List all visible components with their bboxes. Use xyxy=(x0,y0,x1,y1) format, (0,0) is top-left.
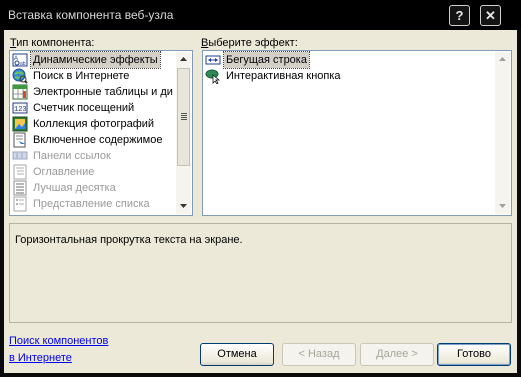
back-button[interactable]: < Назад xyxy=(282,343,356,366)
effect-item-label: Интерактивная кнопка xyxy=(226,70,341,82)
choose-effect-label: Выберите эффект: xyxy=(201,37,298,49)
component-type-item-label: Панели ссылок xyxy=(33,150,111,162)
component-type-item-label: Счетчик посещений xyxy=(33,102,135,114)
dynamic-effects-icon: Aab xyxy=(12,53,28,67)
marquee-icon xyxy=(205,55,221,65)
list-view-icon xyxy=(13,196,27,212)
finish-button[interactable]: Готово xyxy=(437,343,511,366)
link-bar-icon xyxy=(12,151,28,160)
component-type-list[interactable]: Aab Динамические эффекты Поиск в Интернете… xyxy=(9,50,193,216)
component-type-item-label: Электронные таблицы и ди xyxy=(33,86,173,98)
help-icon: ? xyxy=(455,8,464,23)
scroll-thumb[interactable] xyxy=(177,68,190,166)
close-button[interactable]: ✕ xyxy=(480,5,501,26)
component-type-item-label: Динамические эффекты xyxy=(30,51,161,69)
effect-description: Горизонтальная прокрутка текста на экран… xyxy=(15,234,243,246)
effect-item-label: Бегущая строка xyxy=(223,51,310,69)
web-search-icon xyxy=(12,68,28,84)
dialog-window: Вставка компонента веб-узла ? ✕ Тип комп… xyxy=(0,0,521,377)
effect-scroll-up-button[interactable] xyxy=(495,52,510,67)
scroll-up-icon xyxy=(180,57,187,61)
component-type-item-label: Поиск в Интернете xyxy=(33,70,130,82)
find-components-link-line2[interactable]: в Интернете xyxy=(9,352,72,364)
effect-list[interactable]: Бегущая строка Интерактивная кнопка xyxy=(202,50,512,216)
component-type-item-label: Коллекция фотографий xyxy=(33,118,155,130)
scroll-down-button[interactable] xyxy=(176,199,191,214)
component-type-item-label: Представление списка xyxy=(33,198,150,210)
dialog-client: Тип компонента: Выберите эффект: Aab Дина… xyxy=(4,30,517,373)
component-type-item-label: Включенное содержимое xyxy=(33,134,163,146)
effect-list-scrollbar[interactable] xyxy=(495,52,510,214)
svg-text:ab: ab xyxy=(20,61,26,67)
find-components-link-line1[interactable]: Поиск компонентов xyxy=(9,335,108,347)
scroll-down-icon xyxy=(499,204,506,208)
table-of-contents-icon xyxy=(13,164,27,180)
interactive-button-icon xyxy=(205,69,220,84)
next-button[interactable]: Далее > xyxy=(360,343,434,366)
photo-gallery-icon xyxy=(12,116,28,132)
component-type-label: Тип компонента: xyxy=(10,37,95,49)
component-type-item-label: Оглавление xyxy=(33,166,95,178)
title-bar[interactable]: Вставка компонента веб-узла ? ✕ xyxy=(0,0,521,30)
help-button[interactable]: ? xyxy=(449,5,470,26)
component-type-item-label: Лучшая десятка xyxy=(33,182,116,194)
hit-counter-icon: 123 xyxy=(12,102,28,114)
scroll-down-icon xyxy=(180,204,187,208)
top-ten-icon xyxy=(13,180,27,196)
scroll-up-button[interactable] xyxy=(176,52,191,67)
window-title: Вставка компонента веб-узла xyxy=(8,8,174,22)
effect-description-panel: Горизонтальная прокрутка текста на экран… xyxy=(9,223,512,323)
spreadsheet-icon xyxy=(12,84,28,100)
close-icon: ✕ xyxy=(485,8,496,23)
component-list-scrollbar[interactable] xyxy=(176,52,191,214)
cancel-button[interactable]: Отмена xyxy=(200,343,274,366)
svg-text:123: 123 xyxy=(14,106,27,114)
scroll-up-icon xyxy=(499,57,506,61)
effect-scroll-down-button[interactable] xyxy=(495,199,510,214)
included-content-icon xyxy=(13,132,26,148)
